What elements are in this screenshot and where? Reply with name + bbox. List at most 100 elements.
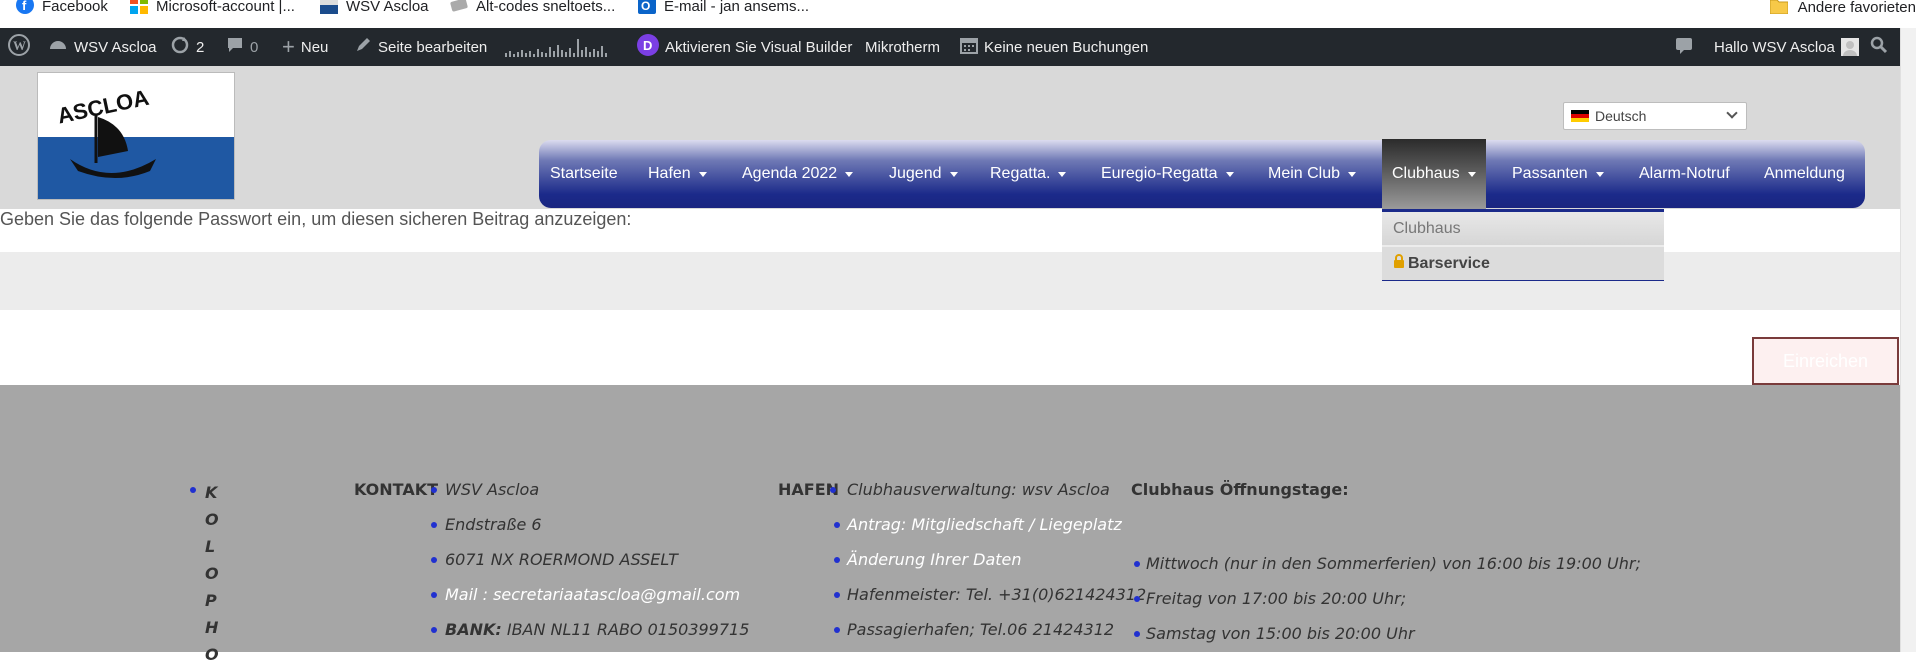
kontakt-mail: Mail : secretariaatascloa@gmail.com [445,585,741,604]
bookmark-facebook[interactable]: f Facebook [16,0,108,14]
svg-text:D: D [643,38,652,53]
mail-link[interactable]: secretariaatascloa@gmail.com [493,585,740,604]
language-select[interactable]: Deutsch [1563,102,1747,130]
hafen-line: Hafenmeister: Tel. +31(0)621424312 [847,585,1147,604]
dashboard-icon [48,35,68,59]
plus-icon: + [282,34,295,59]
kontakt-label: KONTAKT [354,480,439,499]
admin-mikrotherm[interactable]: Mikrotherm [865,28,940,66]
traffic-sparkline[interactable] [503,28,615,66]
admin-comments[interactable]: 0 [226,28,258,66]
divi-icon: D [637,34,659,60]
bullet-icon [431,522,437,528]
nav-item-startseite[interactable]: Startseite [550,140,618,208]
hafen-line: Clubhausverwaltung: wsv Ascloa [847,480,1110,499]
password-prompt: Geben Sie das folgende Passwort ein, um … [0,209,632,229]
bullet-icon [431,627,437,633]
admin-updates[interactable]: 2 [170,28,204,66]
comment-icon [226,36,244,58]
dropdown-arrow-icon [845,171,854,177]
nav-item-clubhaus[interactable]: Clubhaus [1382,139,1486,209]
nav-item-anmeldung[interactable]: Anmeldung [1764,140,1845,208]
bookmark-wsv-ascloa[interactable]: WSV Ascloa [320,0,429,14]
bullet-icon [834,592,840,598]
dropdown-item-barservice[interactable]: Barservice [1382,247,1664,280]
stats-sparkline-icon [505,39,607,57]
keyboard-icon [450,0,468,14]
outlook-icon: O [638,0,656,14]
updates-icon [170,35,190,59]
dropdown-arrow-icon [1595,171,1604,177]
pencil-icon [354,36,372,58]
admin-notifications[interactable] [1674,28,1694,66]
kontakt-line: WSV Ascloa [445,480,540,499]
nav-item-hafen[interactable]: Hafen [648,140,707,208]
search-icon [1870,36,1888,58]
microsoft-icon [130,0,148,14]
dropdown-arrow-icon [698,171,707,177]
chevron-down-icon [1726,107,1738,119]
bookmark-microsoft[interactable]: Microsoft-account |... [130,0,295,14]
bookmark-other-favorites[interactable]: Andere favorieten [1769,0,1916,16]
hafen-link-aenderung[interactable]: Änderung Ihrer Daten [847,550,1022,569]
svg-text:f: f [22,0,27,13]
nav-item-jugend[interactable]: Jugend [889,140,958,208]
nav-item-passanten[interactable]: Passanten [1512,140,1604,208]
bullet-icon [1134,596,1140,602]
bullet-icon [431,557,437,563]
svg-text:W: W [13,38,26,53]
nav-item-euregio-regatta[interactable]: Euregio-Regatta [1101,140,1234,208]
bullet-icon [830,487,836,493]
avatar [1840,38,1859,56]
page-scrollbar[interactable] [1900,28,1916,652]
wordpress-logo[interactable]: W [8,28,30,66]
kontakt-line: 6071 NX ROERMOND ASSELT [445,550,678,569]
bullet-icon [834,557,840,563]
calendar-icon [960,36,978,58]
bullet-icon [190,487,196,493]
bullet-icon [834,627,840,633]
bookmark-email[interactable]: O E-mail - jan ansems... [638,0,809,14]
notification-icon [1674,35,1694,59]
admin-account[interactable]: Hallo WSV Ascloa [1714,28,1859,66]
admin-bookings[interactable]: Keine neuen Buchungen [960,28,1148,66]
opening-line: Freitag von 17:00 bis 20:00 Uhr; [1146,589,1407,608]
nav-item-agenda[interactable]: Agenda 2022 [742,140,854,208]
admin-visual-builder[interactable]: D Aktivieren Sie Visual Builder [637,28,852,66]
nav-item-alarm-notruf[interactable]: Alarm-Notruf [1639,140,1730,208]
dropdown-arrow-icon [1225,171,1234,177]
bullet-icon [431,592,437,598]
clubhaus-dropdown: Clubhaus Barservice [1382,209,1664,281]
folder-icon [1769,0,1789,15]
bullet-icon [1134,631,1140,637]
admin-new[interactable]: + Neu [282,28,328,66]
dropdown-arrow-icon [949,171,958,177]
opening-line: Samstag von 15:00 bis 20:00 Uhr [1146,624,1415,643]
nav-item-mein-club[interactable]: Mein Club [1268,140,1357,208]
dropdown-arrow-icon [1058,171,1067,177]
admin-site-name[interactable]: WSV Ascloa [48,28,157,66]
dropdown-arrow-icon [1348,171,1357,177]
kontakt-line: Endstraße 6 [445,515,542,534]
dropdown-item-clubhaus[interactable]: Clubhaus [1382,212,1664,245]
dropdown-arrow-icon [1467,171,1476,177]
main-navigation: Startseite Hafen Agenda 2022 Jugend Rega… [539,139,1865,209]
opening-line: Mittwoch (nur in den Sommerferien) von 1… [1146,554,1641,573]
admin-search[interactable] [1870,28,1888,66]
wordpress-icon: W [8,34,30,60]
site-icon [320,0,338,14]
bullet-icon [1134,561,1140,567]
admin-edit-page[interactable]: Seite bearbeiten [354,28,487,66]
lock-icon [1393,254,1405,273]
bookmark-alt-codes[interactable]: Alt-codes sneltoets... [450,0,615,14]
kontakt-bank: BANK: IBAN NL11 RABO 0150399715 [445,620,750,639]
nav-item-regatta[interactable]: Regatta. [990,140,1067,208]
hafen-link-antrag[interactable]: Antrag: Mitgliedschaft / Liegeplatz [847,515,1122,534]
wp-admin-bar: W WSV Ascloa 2 0 + Neu Seite bearbeiten [0,28,1900,66]
hafen-line: Passagierhafen; Tel.06 21424312 [847,620,1115,639]
bookmarks-bar: f Facebook Microsoft-account |... WSV As… [0,0,1916,28]
submit-button[interactable]: Einreichen [1752,337,1899,385]
site-logo[interactable]: ASCLOA [37,72,235,200]
facebook-icon: f [16,0,34,14]
opening-hours-title: Clubhaus Öffnungstage: [1131,480,1349,499]
